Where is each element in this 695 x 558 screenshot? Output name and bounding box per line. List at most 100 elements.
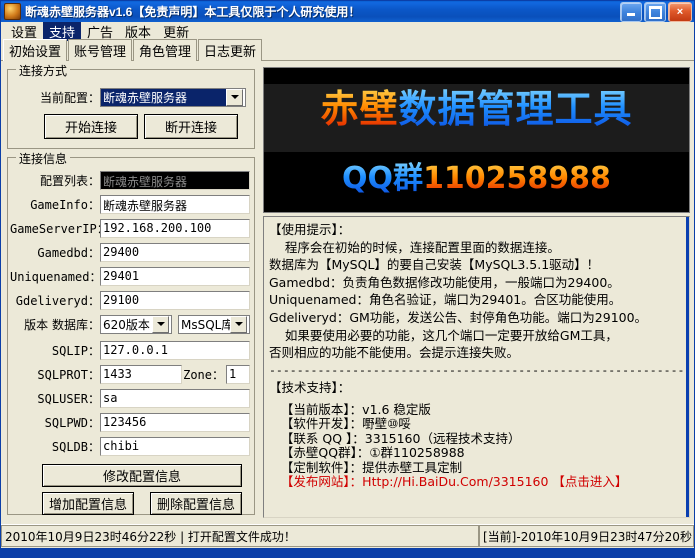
info-line: Uniquenamed：角色名验证，端口为29401。合区功能使用。 [269, 291, 684, 309]
banner-title-part1: 赤壁 [320, 87, 398, 131]
banner-qq: QQ群110258988 [264, 164, 689, 194]
sqldb-field[interactable]: chibi [100, 437, 250, 456]
database-value: MsSQL库 [179, 316, 230, 333]
sqlprot-label: SQLPROT： [10, 366, 100, 383]
sqldb-label: SQLDB： [10, 438, 100, 455]
banner-title: 赤壁数据管理工具 [264, 90, 689, 128]
sqlip-field[interactable]: 127.0.0.1 [100, 341, 250, 360]
banner-title-part2: 数据管理工具 [399, 87, 633, 131]
info-line: Gdeliveryd：GM功能，发送公告、封停角色功能。端口为29100。 [269, 309, 684, 327]
sqlprot-field[interactable]: 1433 [100, 365, 182, 384]
tab-role-management[interactable]: 角色管理 [133, 39, 197, 61]
info-divider: ----------------------------------------… [269, 362, 684, 380]
gdeliveryd-label: Gdeliveryd： [10, 292, 100, 309]
sqluser-row: SQLUSER： sa [10, 388, 254, 408]
vertical-scrollbar[interactable] [686, 217, 689, 517]
zone-field[interactable]: 1 [226, 365, 250, 384]
current-config-combo[interactable]: 断魂赤壁服务器 [100, 88, 246, 107]
gamedbd-row: Gamedbd： 29400 [10, 242, 254, 262]
content-area: 连接方式 当前配置： 断魂赤壁服务器 开始连接 断开连接 连接信息 配置列表： … [1, 61, 694, 524]
sqldb-row: SQLDB： chibi [10, 436, 254, 456]
chevron-down-icon[interactable] [226, 89, 243, 106]
add-config-button[interactable]: 增加配置信息 [42, 492, 134, 515]
tab-account-management[interactable]: 账号管理 [68, 39, 132, 61]
gameinfo-field[interactable]: 断魂赤壁服务器 [100, 195, 250, 214]
uniquenamed-label: Uniquenamed： [10, 268, 100, 285]
window-controls: × [620, 2, 692, 22]
status-message: 2010年10月9日23时46分22秒 | 打开配置文件成功！ [1, 525, 479, 547]
config-list-row: 配置列表： 断魂赤壁服务器 [10, 170, 254, 190]
version-db-label: 版本 数据库： [10, 316, 100, 333]
info-textbox[interactable]: 【使用提示】： 程序会在初始的时候，连接配置里面的数据连接。 数据库为【MySQ… [263, 216, 690, 518]
gameserverip-row: GameServerIP： 192.168.200.100 [10, 218, 254, 238]
sqlpwd-label: SQLPWD： [10, 414, 100, 431]
info-line: 数据库为【MySQL】的要自己安装【MySQL3.5.1驱动】！ [269, 256, 684, 274]
app-icon [4, 3, 21, 20]
banner-qq-part2: 110258988 [423, 161, 611, 196]
tab-strip: 初始设置 账号管理 角色管理 日志更新 [1, 41, 694, 61]
version-value: 620版本 [101, 316, 152, 333]
gameinfo-label: GameInfo： [10, 196, 100, 213]
config-list-field[interactable]: 断魂赤壁服务器 [100, 171, 250, 190]
modify-config-button[interactable]: 修改配置信息 [42, 464, 242, 487]
sqlpwd-field[interactable]: 123456 [100, 413, 250, 432]
gameinfo-row: GameInfo： 断魂赤壁服务器 [10, 194, 254, 214]
sqlip-label: SQLIP： [10, 342, 100, 359]
gameserverip-label: GameServerIP： [10, 220, 100, 237]
gamedbd-label: Gamedbd： [10, 244, 100, 261]
application-window: 断魂赤壁服务器v1.6【免责声明】本工具仅限于个人研究使用！ × 设置 支持 广… [0, 0, 695, 558]
info-line: Gamedbd：负责角色数据修改功能使用，一般端口为29400。 [269, 274, 684, 292]
status-current-time: [当前]-2010年10月9日23时47分20秒 [479, 525, 694, 547]
tab-log-update[interactable]: 日志更新 [198, 39, 262, 61]
info-line: 如果要使用必要的功能，这几个端口一定要开放给GM工具， [269, 327, 684, 345]
info-line: 【使用提示】： [269, 221, 684, 239]
maximize-button[interactable] [644, 2, 666, 22]
sqluser-label: SQLUSER： [10, 390, 100, 407]
info-line-qq-group: 【赤壁QQ群】：①群110258988 [269, 446, 684, 461]
connection-info-legend: 连接信息 [16, 150, 70, 167]
gdeliveryd-field[interactable]: 29100 [100, 291, 250, 310]
info-line-developer: 【软件开发】：嘢壁⑩哸 [269, 417, 684, 432]
sqlprot-row: SQLPROT： 1433 Zone： 1 [10, 364, 254, 384]
info-line-version: 【当前版本】：v1.6 稳定版 [269, 403, 684, 418]
taskbar-strip [1, 548, 694, 557]
info-line: 程序会在初始的时候，连接配置里面的数据连接。 [269, 239, 684, 257]
info-line-custom: 【定制软件】：提供赤壁工具定制 [269, 461, 684, 476]
sqlpwd-row: SQLPWD： 123456 [10, 412, 254, 432]
banner-image: 赤壁数据管理工具 QQ群110258988 [263, 67, 690, 213]
current-config-label: 当前配置： [12, 89, 100, 106]
current-config-row: 当前配置： 断魂赤壁服务器 [12, 87, 252, 107]
current-config-value: 断魂赤壁服务器 [101, 89, 226, 106]
delete-config-button[interactable]: 删除配置信息 [150, 492, 242, 515]
version-db-row: 版本 数据库： 620版本 MsSQL库 [10, 314, 254, 334]
title-bar: 断魂赤壁服务器v1.6【免责声明】本工具仅限于个人研究使用！ × [1, 1, 694, 22]
gdeliveryd-row: Gdeliveryd： 29100 [10, 290, 254, 310]
config-list-label: 配置列表： [10, 172, 100, 189]
zone-label: Zone： [182, 366, 226, 383]
banner-qq-part1: QQ群 [342, 161, 423, 196]
disconnect-button[interactable]: 断开连接 [144, 114, 238, 139]
info-line: 【技术支持】： [269, 379, 684, 397]
connection-method-group: 连接方式 当前配置： 断魂赤壁服务器 开始连接 断开连接 [7, 69, 255, 149]
sqluser-field[interactable]: sa [100, 389, 250, 408]
right-pane: 赤壁数据管理工具 QQ群110258988 【使用提示】： 程序会在初始的时候，… [263, 67, 690, 522]
connect-button[interactable]: 开始连接 [44, 114, 138, 139]
chevron-down-icon[interactable] [152, 316, 169, 333]
window-title: 断魂赤壁服务器v1.6【免责声明】本工具仅限于个人研究使用！ [25, 3, 360, 20]
gameserverip-field[interactable]: 192.168.200.100 [100, 219, 250, 238]
connection-info-group: 连接信息 配置列表： 断魂赤壁服务器 GameInfo： 断魂赤壁服务器 Gam… [7, 157, 255, 515]
info-line-qq: 【联系 QQ 】：3315160（远程技术支持） [269, 432, 684, 447]
close-button[interactable]: × [668, 2, 692, 22]
sqlip-row: SQLIP： 127.0.0.1 [10, 340, 254, 360]
info-line: 否则相应的功能不能使用。会提示连接失败。 [269, 344, 684, 362]
status-bar: 2010年10月9日23时46分22秒 | 打开配置文件成功！ [当前]-201… [1, 524, 694, 557]
gamedbd-field[interactable]: 29400 [100, 243, 250, 262]
minimize-button[interactable] [620, 2, 642, 22]
uniquenamed-row: Uniquenamed： 29401 [10, 266, 254, 286]
chevron-down-icon[interactable] [230, 316, 247, 333]
info-line-website[interactable]: 【发布网站】：Http://Hi.BaiDu.Com/3315160 【点击进入… [269, 475, 684, 490]
version-combo[interactable]: 620版本 [100, 315, 172, 334]
tab-initial-settings[interactable]: 初始设置 [3, 39, 67, 61]
database-combo[interactable]: MsSQL库 [178, 315, 250, 334]
uniquenamed-field[interactable]: 29401 [100, 267, 250, 286]
